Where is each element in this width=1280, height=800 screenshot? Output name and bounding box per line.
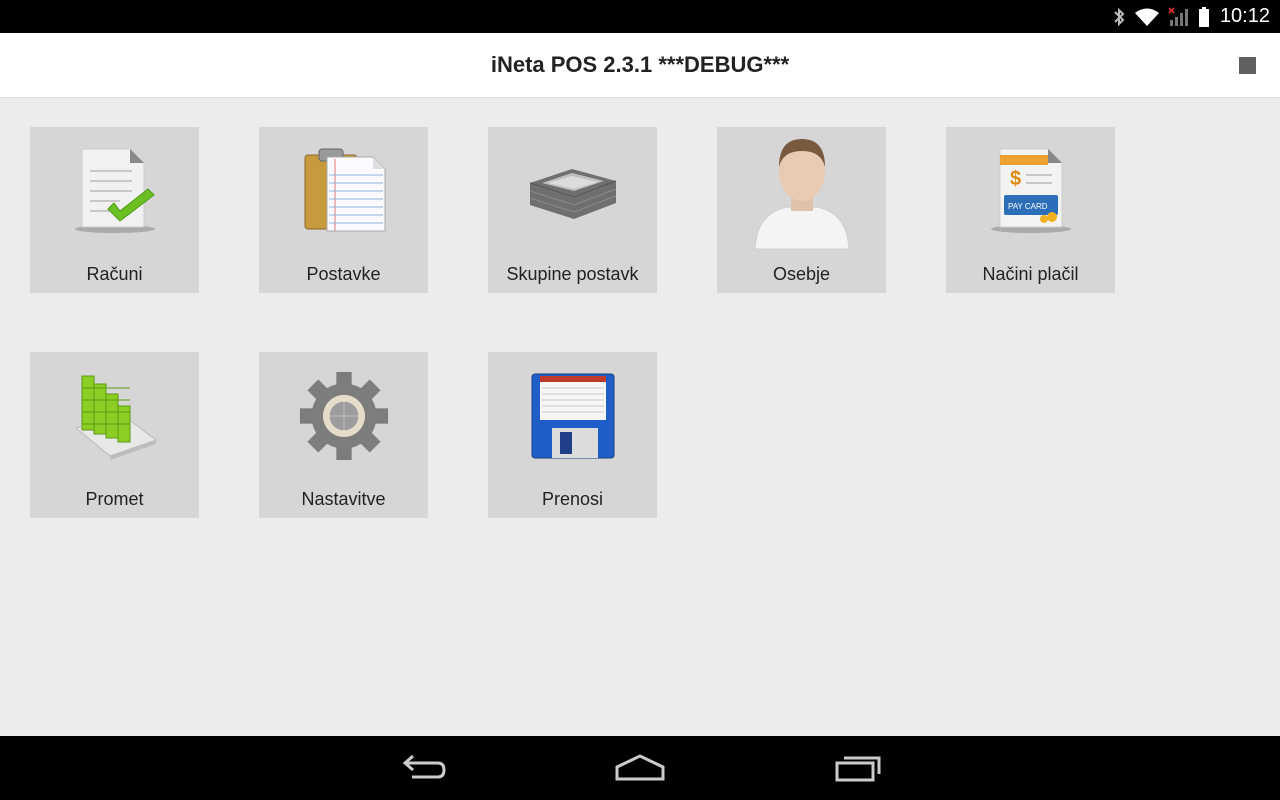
action-bar: iNeta POS 2.3.1 ***DEBUG***: [0, 33, 1280, 98]
stop-square-icon[interactable]: [1239, 57, 1256, 74]
status-time: 10:12: [1219, 5, 1270, 27]
svg-text:PAY CARD: PAY CARD: [1008, 202, 1048, 211]
clipboard-list-icon: [299, 141, 389, 241]
bar-chart-icon: [70, 366, 160, 466]
tile-osebje[interactable]: Osebje: [717, 127, 886, 293]
gear-icon: [299, 366, 389, 466]
tile-nacini-placil[interactable]: $ PAY CARD Načini plačil: [946, 127, 1115, 293]
status-bar: 10:12: [0, 0, 1280, 33]
main-menu-grid: Računi Postavke Skupine postavk Osebje $…: [0, 98, 1280, 736]
tile-label: Promet: [85, 489, 144, 509]
app-title: iNeta POS 2.3.1 ***DEBUG***: [490, 52, 790, 77]
receipt-check-icon: [70, 141, 160, 241]
bluetooth-icon: [1112, 0, 1126, 33]
tile-label: Postavke: [306, 264, 381, 284]
signal-icon: [1168, 0, 1190, 33]
svg-text:$: $: [1010, 168, 1021, 190]
tile-promet[interactable]: Promet: [30, 352, 199, 518]
tile-label: Osebje: [772, 264, 831, 284]
recents-icon[interactable]: [828, 750, 888, 786]
tile-prenosi[interactable]: Prenosi: [488, 352, 657, 518]
tile-postavke[interactable]: Postavke: [259, 127, 428, 293]
tile-label: Nastavitve: [301, 489, 386, 509]
battery-icon: [1198, 0, 1210, 33]
tile-skupine-postavk[interactable]: Skupine postavk: [488, 127, 657, 293]
tile-label: Prenosi: [541, 489, 604, 509]
tile-label: Skupine postavk: [506, 264, 639, 284]
payment-card-icon: $ PAY CARD: [986, 141, 1076, 241]
person-icon: [747, 131, 857, 251]
tile-racuni[interactable]: Računi: [30, 127, 199, 293]
tray-stack-icon: [528, 141, 618, 241]
tile-nastavitve[interactable]: Nastavitve: [259, 352, 428, 518]
home-icon[interactable]: [610, 750, 670, 786]
navigation-bar: [0, 736, 1280, 800]
tile-label: Načini plačil: [982, 264, 1079, 284]
tile-label: Računi: [86, 264, 143, 284]
wifi-icon: [1134, 0, 1160, 33]
floppy-disk-icon: [528, 366, 618, 466]
status-icons: 10:12: [1112, 0, 1270, 33]
back-icon[interactable]: [394, 750, 454, 786]
